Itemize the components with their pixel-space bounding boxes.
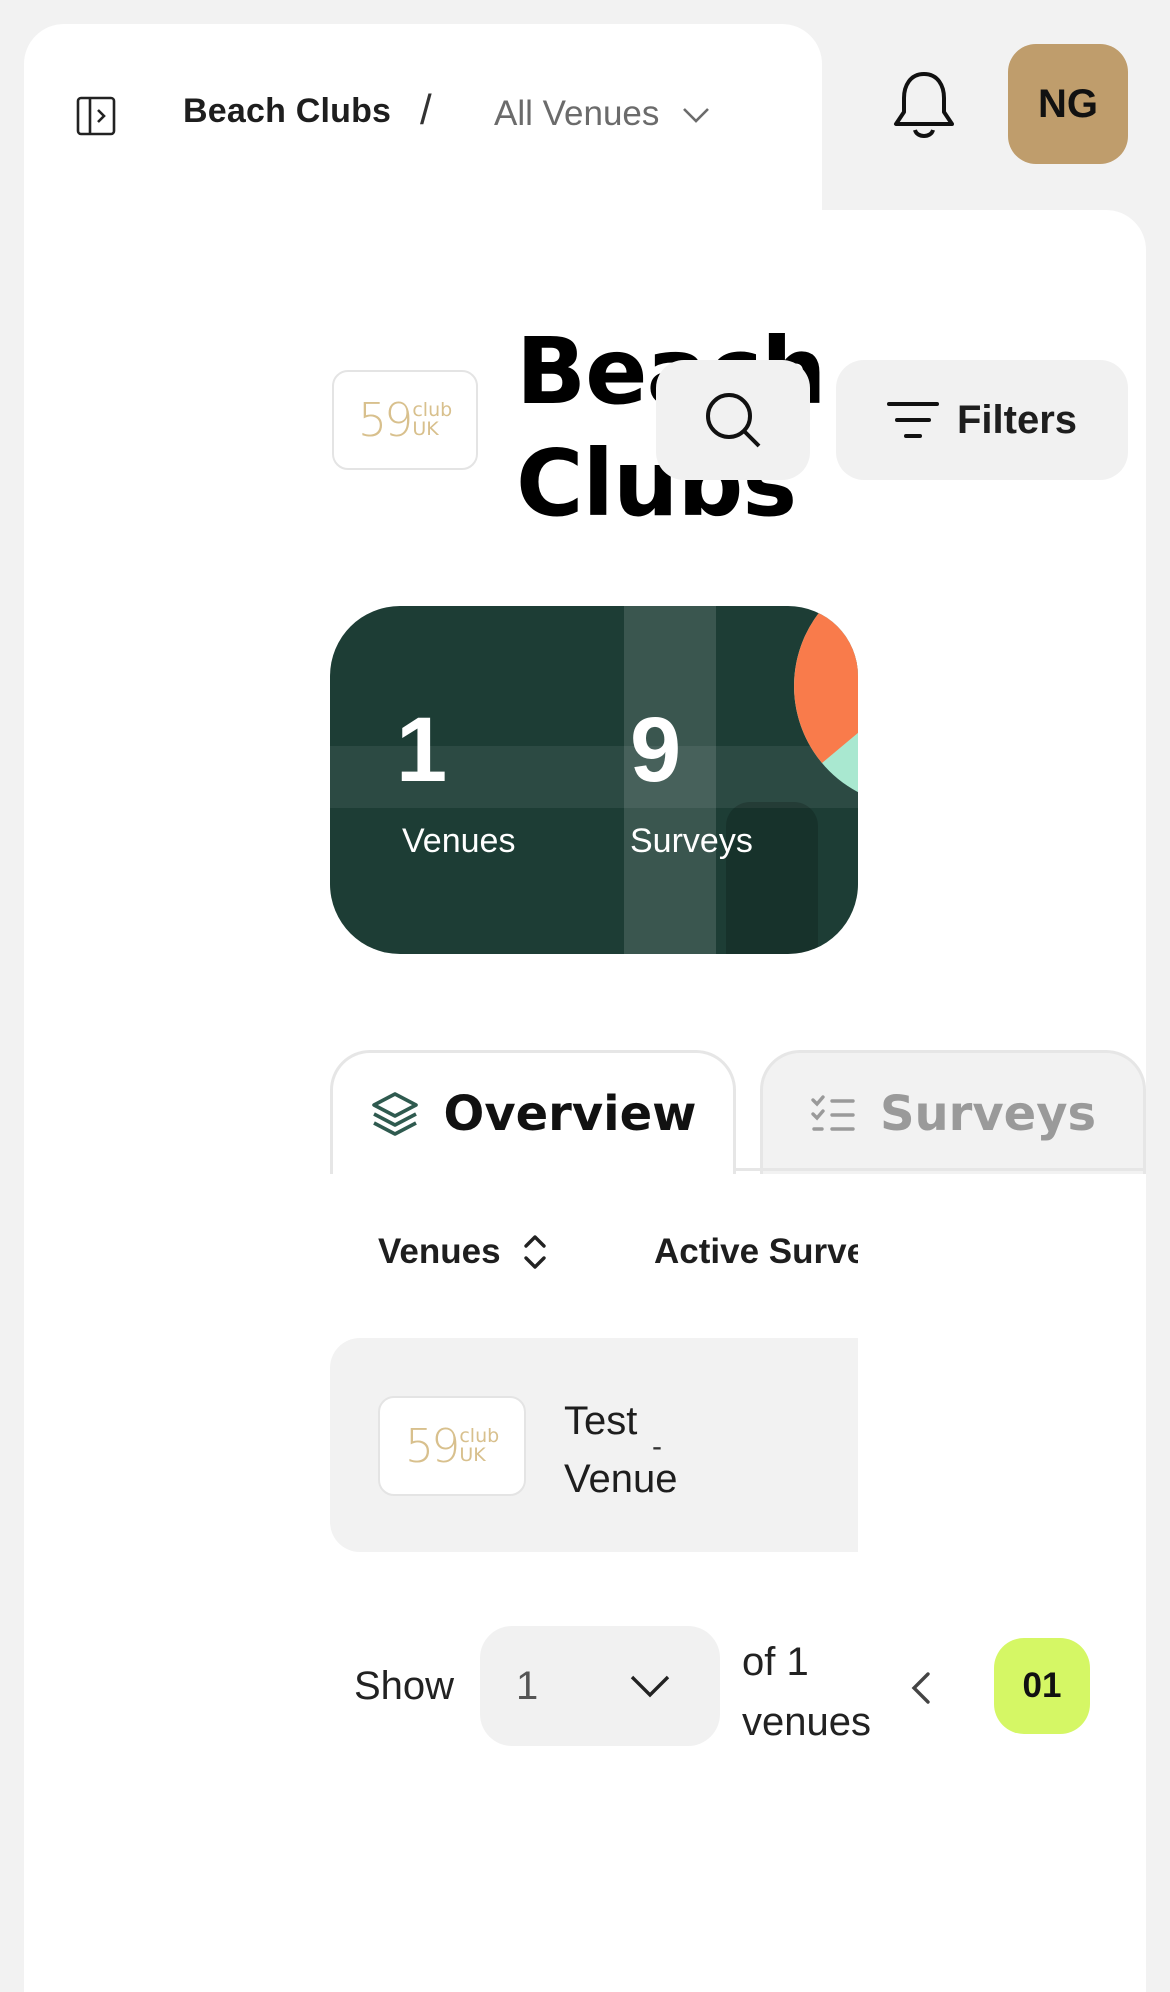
- tab-surveys-label: Surveys: [879, 1085, 1097, 1142]
- chevron-down-icon[interactable]: [682, 106, 710, 124]
- breadcrumb-separator: /: [420, 86, 432, 133]
- tab-surveys[interactable]: Surveys: [760, 1050, 1146, 1174]
- logo-bottom-text: UK: [459, 1444, 486, 1466]
- filter-lines-icon: [886, 402, 939, 438]
- sort-icon: [523, 1235, 546, 1269]
- page-size-value: 1: [516, 1663, 539, 1708]
- stats-card: 1 Venues 9 Surveys: [330, 606, 858, 954]
- venues-count: 1: [396, 699, 448, 801]
- checklist-icon: [811, 1094, 855, 1131]
- chevron-down-icon: [630, 1675, 670, 1698]
- stats-pie-decoration: [794, 606, 858, 793]
- column-header-active-surveys[interactable]: Active Surve: [654, 1232, 858, 1272]
- venue-active-surveys: -: [652, 1430, 662, 1463]
- pagination-total: of 1 venues: [742, 1640, 871, 1744]
- logo-bottom-text: UK: [412, 418, 439, 440]
- page-number-button[interactable]: 01: [994, 1638, 1090, 1734]
- tab-overview-label: Overview: [443, 1085, 697, 1142]
- filters-button[interactable]: Filters: [836, 360, 1128, 480]
- venue-logo: 59 club UK: [378, 1396, 526, 1496]
- avatar[interactable]: NG: [1008, 44, 1128, 164]
- surveys-label: Surveys: [630, 822, 753, 860]
- logo-number: 59: [357, 393, 414, 447]
- prev-page-icon[interactable]: [906, 1668, 936, 1708]
- search-button[interactable]: [656, 360, 810, 480]
- column-venues-label: Venues: [378, 1232, 501, 1271]
- brand-logo: 59 club UK: [332, 370, 478, 470]
- column-header-venues[interactable]: Venues: [378, 1232, 547, 1272]
- logo-number: 59: [404, 1419, 461, 1473]
- venue-selector[interactable]: All Venues: [494, 94, 659, 134]
- show-label: Show: [354, 1664, 455, 1708]
- tab-overview[interactable]: Overview: [330, 1050, 736, 1174]
- sidebar-toggle-icon[interactable]: [76, 96, 116, 136]
- breadcrumb-root[interactable]: Beach Clubs: [183, 92, 391, 131]
- venues-label: Venues: [402, 822, 516, 860]
- filters-label: Filters: [956, 397, 1078, 442]
- page-size-select[interactable]: 1: [480, 1626, 720, 1746]
- table-row[interactable]: 59 club UK Test Venue -: [330, 1338, 858, 1552]
- tabs-divider: [736, 1168, 1146, 1171]
- notification-bell-icon[interactable]: [890, 68, 958, 142]
- surveys-count: 9: [630, 699, 682, 801]
- search-icon: [706, 393, 761, 448]
- layers-icon: [371, 1091, 418, 1136]
